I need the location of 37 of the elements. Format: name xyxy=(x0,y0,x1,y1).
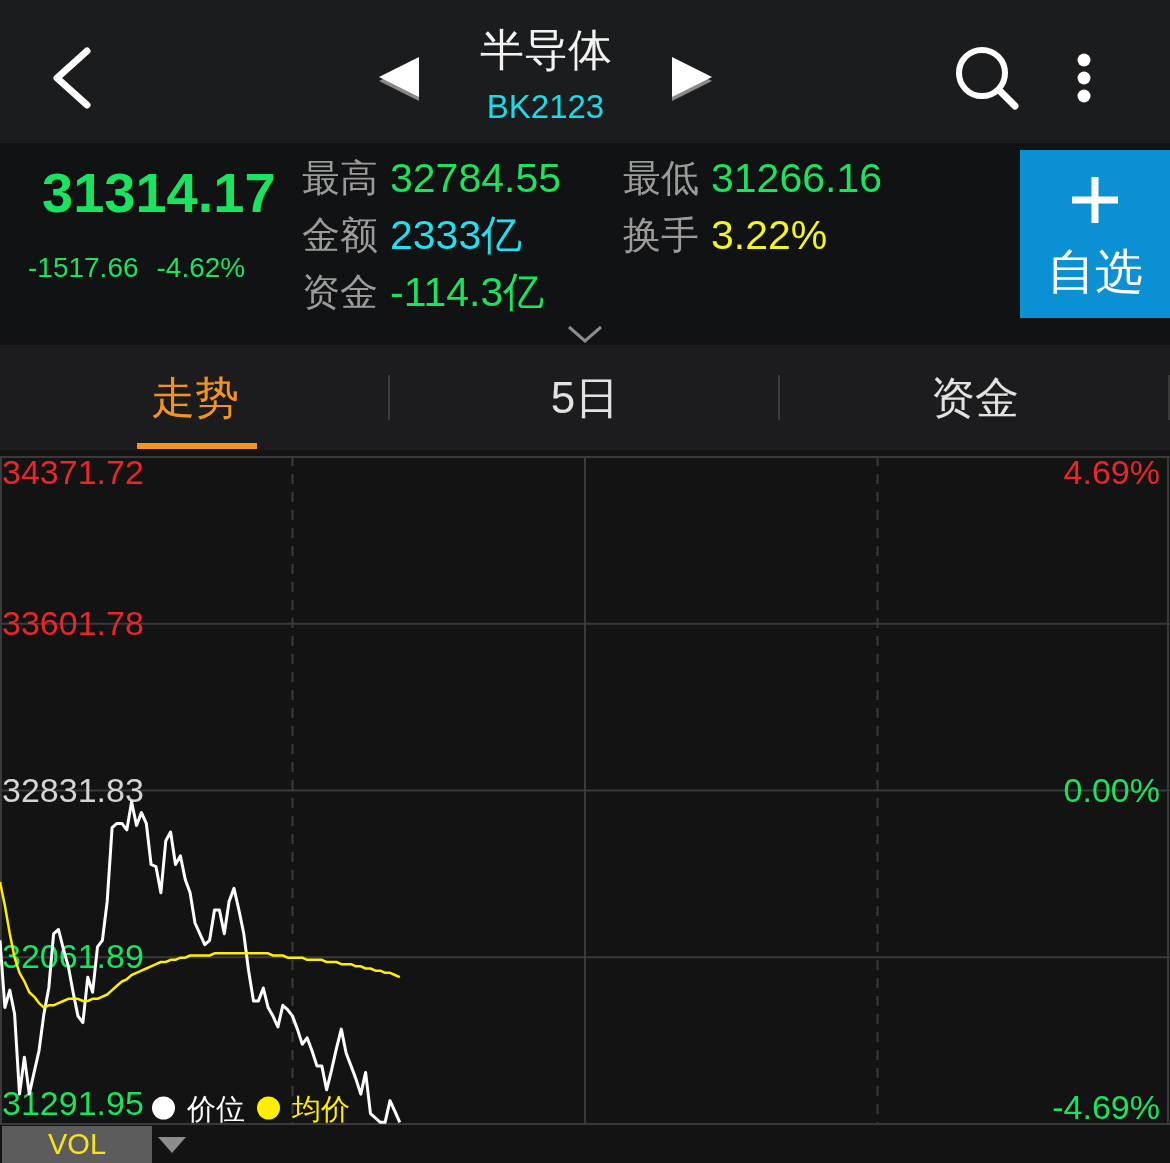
stat-label: 资金 xyxy=(302,270,378,315)
search-icon[interactable] xyxy=(955,46,1019,110)
stat-value: -114.3亿 xyxy=(390,268,545,317)
stat-value: 2333亿 xyxy=(390,211,523,260)
legend-label: 均价 xyxy=(292,1093,350,1125)
page-title: 半导体 xyxy=(478,25,613,75)
tab[interactable]: 走势 xyxy=(0,345,390,450)
plus-icon xyxy=(1070,175,1120,225)
indicator-selector[interactable]: VOL xyxy=(2,1126,152,1163)
stat-label: 换手 xyxy=(623,213,699,258)
caret-down-icon[interactable] xyxy=(158,1136,186,1153)
previous-arrow-icon[interactable] xyxy=(379,57,419,101)
legend-label: 价位 xyxy=(187,1093,245,1125)
percent-axis-label: 4.69% xyxy=(1063,456,1160,491)
stat-label: 最高 xyxy=(302,156,378,201)
price-axis-label: 34371.72 xyxy=(2,456,144,491)
tab[interactable]: 资金 xyxy=(780,345,1170,450)
last-price: 31314.17 xyxy=(42,165,277,221)
stat-label: 最低 xyxy=(623,156,699,201)
percent-axis-label: -4.69% xyxy=(1052,1088,1160,1126)
chevron-down-icon[interactable] xyxy=(567,325,603,343)
price-axis-label: 31291.95 xyxy=(2,1084,144,1122)
percent-change: -4.62% xyxy=(156,251,246,285)
stat-label: 金额 xyxy=(302,213,378,258)
tab[interactable]: 5日 xyxy=(390,345,780,450)
price-axis-label: 33601.78 xyxy=(2,603,144,642)
stock-code: BK2123 xyxy=(485,87,606,127)
price-change: -1517.66 xyxy=(28,251,139,285)
price-axis-label: 32831.83 xyxy=(2,770,144,809)
back-icon[interactable] xyxy=(52,47,92,109)
percent-axis-label: 0.00% xyxy=(1063,770,1160,809)
stat-value: 31266.16 xyxy=(711,154,882,203)
stat-value: 3.22% xyxy=(711,211,828,260)
add-to-watchlist-button[interactable]: 自选 xyxy=(1020,150,1170,318)
next-arrow-icon[interactable] xyxy=(672,57,712,101)
stat-value: 32784.55 xyxy=(390,154,561,203)
more-options-icon[interactable] xyxy=(1077,53,1091,103)
